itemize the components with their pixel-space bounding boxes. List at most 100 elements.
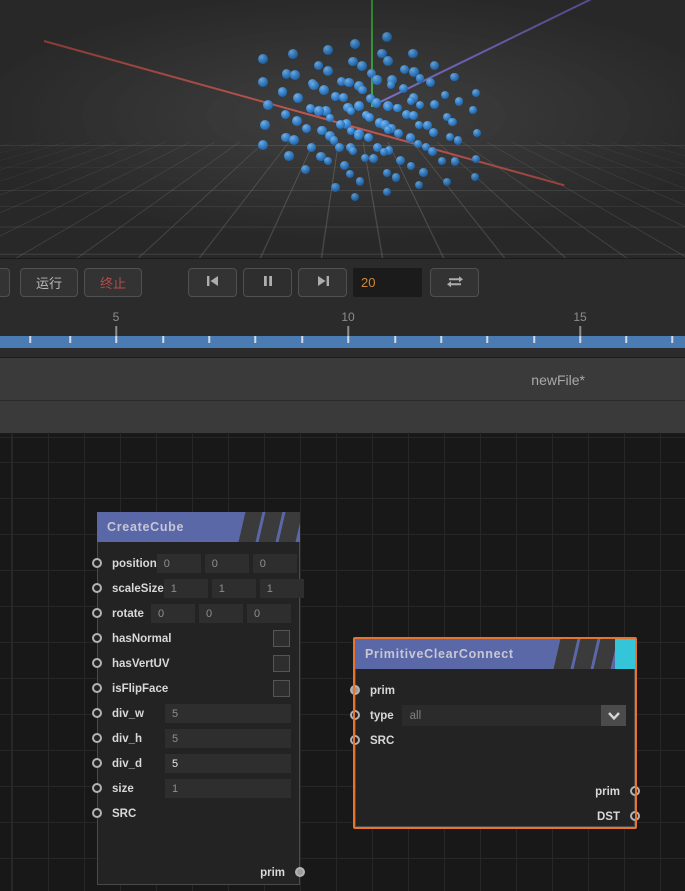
node-createcube[interactable]: CreateCube position000scaleSize111rotate… (97, 512, 300, 885)
param-input-div_d[interactable]: 5 (165, 754, 291, 773)
output-row-DST: DST (356, 804, 634, 829)
param-input-rotate-1[interactable]: 0 (199, 604, 243, 623)
param-fields: 5 (165, 729, 299, 748)
output-row-prim: prim (356, 779, 634, 804)
param-label-div_w: div_w (98, 708, 144, 720)
param-input-position-1[interactable]: 0 (205, 554, 249, 573)
param-row-div_h: div_h5 (98, 726, 299, 751)
first-frame-button[interactable] (188, 268, 237, 297)
param-input-position-2[interactable]: 0 (253, 554, 297, 573)
param-input-scaleSize-0[interactable]: 1 (164, 579, 208, 598)
param-row-div_w: div_w 5 (98, 701, 299, 726)
param-input-size[interactable]: 1 (165, 779, 291, 798)
node-createcube-title: CreateCube (107, 520, 184, 534)
param-row-div_d: div_d5 (98, 751, 299, 776)
pause-button[interactable] (243, 268, 292, 297)
param-row-position: position000 (98, 551, 299, 576)
param-row-scaleSize: scaleSize111 (98, 576, 299, 601)
node-pcc-header[interactable]: PrimitiveClearConnect (355, 639, 635, 669)
input-socket-isFlipFace[interactable] (92, 683, 102, 693)
param-fields: 000 (151, 604, 299, 623)
param-row-size: size1 (98, 776, 299, 801)
3d-viewport[interactable] (0, 0, 685, 258)
input-socket-SRC[interactable] (92, 808, 102, 818)
param-fields: 5 (165, 754, 299, 773)
param-input-div_w[interactable]: 5 (165, 704, 291, 723)
param-checkbox-isFlipFace[interactable] (273, 680, 290, 697)
input-socket-SRC[interactable] (350, 735, 360, 745)
chevron-down-icon[interactable] (601, 705, 626, 726)
param-input-position-0[interactable]: 0 (157, 554, 201, 573)
param-checkbox-hasVertUV[interactable] (273, 655, 290, 672)
timeline-range-bar[interactable] (0, 336, 685, 348)
param-label-SRC: SRC (356, 735, 394, 747)
param-input-rotate-0[interactable]: 0 (151, 604, 195, 623)
input-socket-div_d[interactable] (92, 758, 102, 768)
application-window: 运行 终止 20 51015 (0, 0, 685, 891)
param-label-prim: prim (356, 685, 395, 697)
input-socket-type[interactable] (350, 710, 360, 720)
param-row-prim: prim (356, 678, 634, 703)
timeline-tick (579, 336, 581, 343)
param-fields: 000 (157, 554, 305, 573)
timeline-tick (440, 336, 442, 343)
output-socket-prim[interactable] (295, 867, 305, 877)
pause-icon (261, 274, 275, 291)
input-socket-rotate[interactable] (92, 608, 102, 618)
timeline-tick (115, 336, 117, 343)
tab-newfile[interactable]: newFile* (531, 358, 585, 402)
input-socket-size[interactable] (92, 783, 102, 793)
timeline-tick (162, 336, 164, 343)
loop-toggle-button[interactable] (430, 268, 479, 297)
input-socket-hasVertUV[interactable] (92, 658, 102, 668)
toolbar-partial-button[interactable] (0, 268, 10, 297)
param-fields: 111 (164, 579, 312, 598)
stop-button[interactable]: 终止 (84, 268, 142, 297)
node-createcube-header[interactable]: CreateCube (97, 512, 300, 542)
output-socket-DST[interactable] (630, 811, 640, 821)
input-socket-div_w[interactable] (92, 708, 102, 718)
param-dropdown-type[interactable]: all (402, 705, 626, 726)
param-row-SRC: SRC (98, 801, 299, 826)
output-socket-prim[interactable] (630, 786, 640, 796)
output-label-prim: prim (260, 867, 285, 879)
node-pcc-title: PrimitiveClearConnect (365, 647, 514, 661)
param-input-scaleSize-2[interactable]: 1 (260, 579, 304, 598)
node-graph-canvas[interactable]: CreateCube position000scaleSize111rotate… (0, 434, 685, 891)
frame-number-input[interactable]: 20 (353, 268, 422, 297)
param-label-hasVertUV: hasVertUV (98, 658, 170, 670)
param-row-hasVertUV: hasVertUV (98, 651, 299, 676)
run-button[interactable]: 运行 (20, 268, 78, 297)
node-view-toggle[interactable] (615, 639, 635, 669)
param-label-hasNormal: hasNormal (98, 633, 171, 645)
timeline-tick (347, 336, 349, 343)
viewport-vignette (0, 0, 685, 258)
input-socket-div_h[interactable] (92, 733, 102, 743)
param-input-div_h[interactable]: 5 (165, 729, 291, 748)
param-row-SRC: SRC (356, 728, 634, 753)
input-socket-prim[interactable] (350, 685, 360, 695)
param-input-rotate-2[interactable]: 0 (247, 604, 291, 623)
file-tab-bar: newFile* (0, 357, 685, 401)
timeline-ruler[interactable]: 51015 (0, 305, 685, 357)
node-pcc-body: prim typeall SRC prim DST (355, 669, 635, 827)
param-checkbox-hasNormal[interactable] (273, 630, 290, 647)
output-label-prim: prim (595, 786, 620, 798)
timeline-tick (625, 336, 627, 343)
timeline-tick (69, 336, 71, 343)
input-socket-position[interactable] (92, 558, 102, 568)
param-label-type: type (356, 710, 394, 722)
param-row-type: typeall (356, 703, 634, 728)
input-socket-hasNormal[interactable] (92, 633, 102, 643)
input-socket-scaleSize[interactable] (92, 583, 102, 593)
param-input-scaleSize-1[interactable]: 1 (212, 579, 256, 598)
node-spacer (356, 753, 634, 779)
param-row-isFlipFace: isFlipFace (98, 676, 299, 701)
node-primitiveclearconnect[interactable]: PrimitiveClearConnect primtypeallSRCprim… (355, 639, 635, 827)
node-spacer (98, 826, 299, 860)
output-row-prim: prim (98, 860, 299, 885)
timeline-label: 10 (341, 310, 354, 324)
param-label-isFlipFace: isFlipFace (98, 683, 168, 695)
next-frame-button[interactable] (298, 268, 347, 297)
timeline-label: 5 (113, 310, 120, 324)
